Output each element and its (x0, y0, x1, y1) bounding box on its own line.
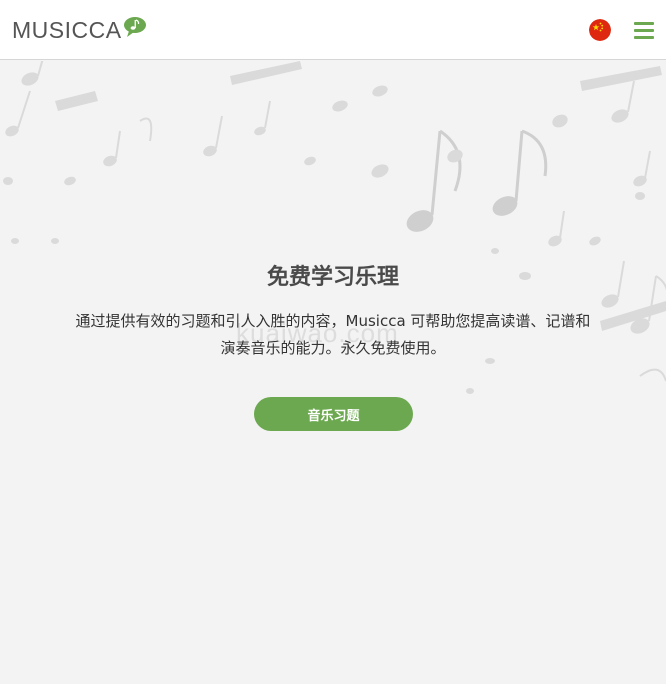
hero-section (0, 61, 666, 684)
hamburger-menu-icon[interactable] (634, 20, 654, 40)
hero-content: 免费学习乐理 通过提供有效的习题和引人入胜的内容，Musicca 可帮助您提高读… (0, 262, 666, 362)
logo-text: MUSICCA (12, 17, 122, 43)
site-header: MUSICCA (0, 0, 666, 60)
music-exercises-button[interactable]: 音乐习题 (254, 397, 413, 431)
hero-title: 免费学习乐理 (266, 265, 399, 290)
musicca-logo[interactable]: MUSICCA (12, 17, 147, 43)
speech-bubble-note-icon (123, 17, 146, 37)
hero-description: 通过提供有效的习题和引人入胜的内容，Musicca 可帮助您提高读谱、记谱和演奏… (75, 312, 591, 357)
china-flag-icon[interactable] (589, 19, 611, 41)
